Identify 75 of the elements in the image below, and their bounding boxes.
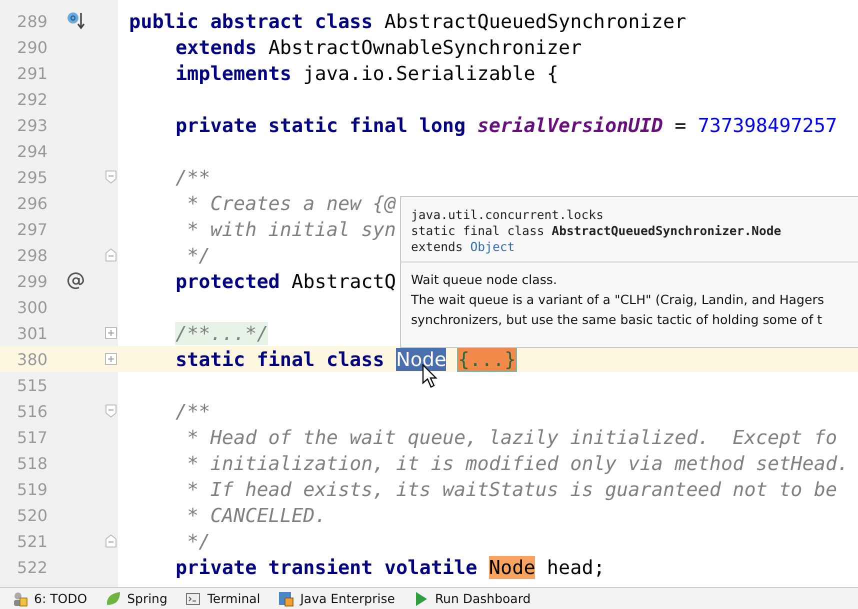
code-text: AbstractOwnableSynchronizer <box>268 36 582 58</box>
line-number: 301 <box>16 324 48 342</box>
line-number: 291 <box>16 64 48 82</box>
line-number: 300 <box>16 298 48 316</box>
code-keyword: private transient volatile <box>175 556 478 578</box>
line-number: 519 <box>16 480 48 498</box>
line-number: 295 <box>16 168 48 186</box>
code-keyword: private static final long <box>175 114 467 136</box>
class-link[interactable]: Object <box>470 240 515 254</box>
expand-icon[interactable] <box>105 353 118 365</box>
doc-text: Wait queue node class. <box>411 271 558 289</box>
package-name: java.util.concurrent.locks <box>411 207 604 223</box>
fold-icon[interactable] <box>105 404 118 418</box>
code-comment: * Head of the wait queue, lazily initialized. Except fo <box>187 426 838 448</box>
application-icon <box>278 590 294 606</box>
code-comment: */ <box>187 530 210 552</box>
tool-window-button[interactable]: Java Enterprise <box>278 590 395 606</box>
line-number: 293 <box>16 116 48 134</box>
line-number: 515 <box>16 376 48 394</box>
annotation-icon[interactable] <box>66 271 86 291</box>
code-comment: * If head exists, its waitStatus is guaranteed not to be <box>187 478 838 500</box>
code-comment: * with initial syn <box>187 218 396 240</box>
code-text: AbstractQueuedSynchronizer <box>384 10 686 32</box>
code-keyword: public abstract class <box>129 10 374 32</box>
line-number: 294 <box>16 142 48 160</box>
doc-text: synchronizers, but use the same basic tactic of holding some of t <box>411 311 824 329</box>
folded-comment: /**...*/ <box>175 322 268 344</box>
line-number: 522 <box>16 558 48 576</box>
code-text: AbstractQ <box>292 270 396 292</box>
code-comment: * CANCELLED. <box>187 504 326 526</box>
line-number: 518 <box>16 454 48 472</box>
tool-window-button[interactable]: Spring <box>105 590 168 606</box>
line-number: 380 <box>16 350 48 368</box>
code-keyword: static final class <box>175 348 386 370</box>
class-signature: static final class AbstractQueuedSynchronizer.Node <box>411 223 782 239</box>
line-number: 289 <box>16 12 48 30</box>
line-number: 297 <box>16 220 48 238</box>
leaf-icon <box>105 590 122 606</box>
extends-keyword: extends <box>411 240 463 254</box>
code-comment: */ <box>187 244 210 266</box>
line-number: 298 <box>16 246 48 264</box>
line-number: 299 <box>16 272 48 290</box>
fold-icon[interactable] <box>105 534 118 548</box>
folded-code: {...} <box>458 348 516 370</box>
tool-window-button[interactable]: Terminal <box>185 590 260 606</box>
terminal-icon <box>185 590 202 606</box>
code-comment: * initialization, it is modified only via method setHead. <box>187 452 849 474</box>
code-comment: * Creates a new {@ <box>187 192 396 214</box>
code-comment: /** <box>175 400 210 422</box>
selected-text: Node <box>396 348 446 370</box>
code-field: serialVersionUID <box>477 114 663 136</box>
tool-window-button[interactable]: Run Dashboard <box>412 590 531 606</box>
code-comment: /** <box>175 166 210 188</box>
code-text: = <box>674 114 688 136</box>
line-number: 516 <box>16 402 48 420</box>
expand-icon[interactable] <box>105 327 118 339</box>
tool-window-button[interactable]: 6: TODO <box>12 590 88 606</box>
line-number: 296 <box>16 194 48 212</box>
code-number: 737398497257 <box>698 114 838 136</box>
code-keyword: protected <box>175 270 281 292</box>
line-number: 520 <box>16 506 48 524</box>
code-text: head; <box>546 556 605 578</box>
line-number: 292 <box>16 90 48 108</box>
fold-icon[interactable] <box>105 248 118 262</box>
line-number: 517 <box>16 428 48 446</box>
doc-text: The wait queue is a variant of a "CLH" (Craig, Landin, and Hagers <box>411 291 826 309</box>
highlighted-text: Node <box>488 556 536 578</box>
code-keyword: extends <box>175 36 258 58</box>
line-number: 521 <box>16 532 48 550</box>
code-text: java.io.Serializable { <box>303 62 559 84</box>
fold-icon[interactable] <box>105 170 118 184</box>
code-keyword: implements <box>175 62 293 84</box>
line-number: 290 <box>16 38 48 56</box>
implemented-icon[interactable] <box>66 11 86 31</box>
todo-icon <box>12 590 28 606</box>
